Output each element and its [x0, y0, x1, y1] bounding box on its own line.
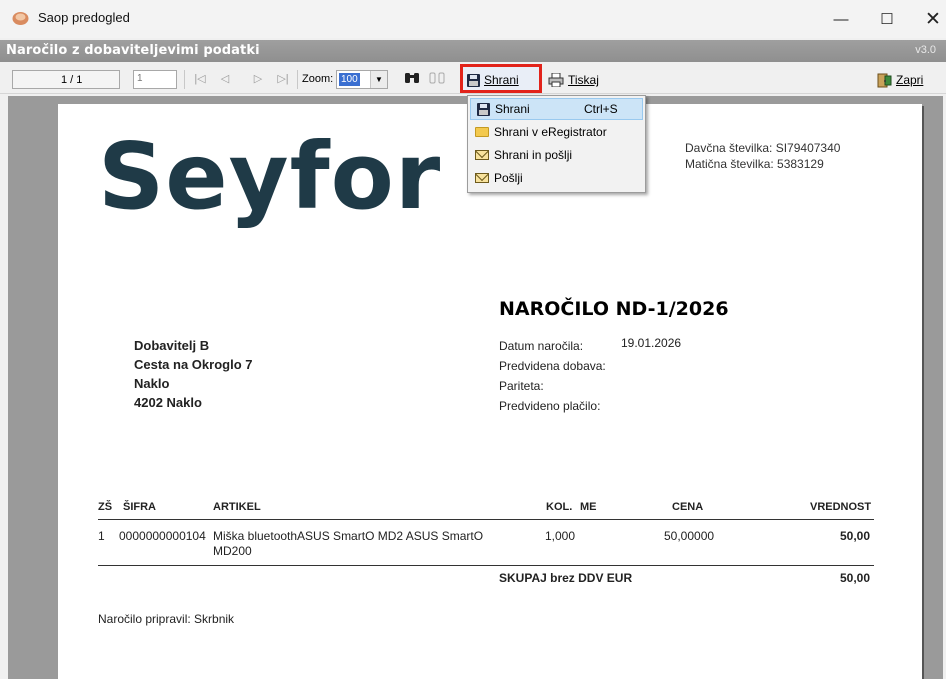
supplier-street: Cesta na Okroglo 7 — [134, 357, 253, 372]
meta-label: Datum naročila: — [499, 339, 584, 353]
menu-item-label: Shrani v eRegistrator — [494, 125, 607, 139]
menu-item-shortcut: Ctrl+S — [584, 102, 618, 116]
col-header-sifra: ŠIFRA — [123, 501, 156, 513]
zoom-select[interactable]: 100 ▼ — [336, 70, 388, 89]
menu-item-save-and-send[interactable]: Shrani in pošlji — [470, 144, 643, 166]
zoom-value: 100 — [339, 73, 360, 86]
find-binoculars-icon[interactable] — [403, 71, 421, 87]
menu-item-send[interactable]: Pošlji — [470, 167, 643, 189]
previous-page-icon[interactable]: ◁ — [217, 71, 233, 87]
window-titlebar: Saop predogled — ☐ ✕ — [0, 0, 946, 38]
toolbar-separator — [184, 70, 185, 89]
row-artikel-line: Miška bluetoothASUS SmartO MD2 ASUS Smar… — [213, 529, 484, 543]
toolbar-separator — [297, 70, 298, 89]
table-total-divider — [98, 565, 874, 566]
col-header-kol: KOL. — [546, 501, 573, 513]
page-number-input[interactable]: 1 — [133, 70, 177, 89]
preview-header: Naročilo z dobaviteljevimi podatki v3.0 — [0, 40, 946, 62]
close-button-label: Zapri — [896, 73, 924, 87]
total-value: 50,00 — [840, 571, 871, 585]
total-label: SKUPAJ brez DDV EUR — [499, 571, 633, 585]
meta-label: Predvidena dobava: — [499, 359, 606, 373]
folder-icon — [475, 127, 489, 137]
save-button-highlight: Shrani — [460, 64, 542, 93]
row-kol: 1,000 — [545, 529, 576, 543]
floppy-icon — [476, 102, 490, 116]
col-header-zs: ZŠ — [98, 501, 113, 513]
version-label: v3.0 — [915, 44, 936, 56]
menu-item-label: Shrani in pošlji — [494, 148, 573, 162]
menu-item-label: Pošlji — [494, 171, 523, 185]
col-header-vrednost: VREDNOST — [810, 501, 872, 513]
menu-item-save[interactable]: Shrani Ctrl+S — [470, 98, 643, 120]
print-button[interactable]: Tiskaj — [548, 71, 599, 89]
envelope-icon — [475, 173, 489, 183]
supplier-address: Dobavitelj B Cesta na Okroglo 7 Naklo 42… — [134, 336, 252, 412]
row-cena: 50,00000 — [664, 529, 715, 543]
printer-icon — [548, 73, 564, 87]
prepared-by: Naročilo pripravil: Skrbnik — [98, 612, 235, 626]
minimize-button[interactable]: — — [818, 0, 864, 38]
col-header-artikel: ARTIKEL — [213, 501, 261, 513]
app-icon — [12, 12, 29, 25]
meta-label: Pariteta: — [499, 379, 544, 393]
row-artikel: Miška bluetoothASUS SmartO MD2 ASUS Smar… — [213, 529, 503, 559]
supplier-name: Dobavitelj B — [134, 338, 210, 353]
col-header-me: ME — [580, 501, 597, 513]
menu-item-label: Shrani — [495, 102, 530, 116]
save-dropdown-menu: Shrani Ctrl+S Shrani v eRegistrator Shra… — [467, 95, 646, 193]
registration-number: Matična številka: 5383129 — [685, 157, 824, 171]
close-window-button[interactable]: ✕ — [910, 0, 946, 38]
save-button-label: Shrani — [484, 73, 519, 87]
col-header-cena: CENA — [672, 501, 704, 513]
save-button[interactable]: Shrani — [467, 71, 519, 89]
zoom-label: Zoom: — [302, 73, 334, 85]
floppy-icon — [467, 73, 480, 87]
last-page-icon[interactable]: ▷| — [275, 71, 291, 87]
company-logo: Seyfor — [98, 123, 442, 230]
next-page-icon[interactable]: ▷ — [250, 71, 266, 87]
company-ids: Davčna številka: SI79407340 Matična štev… — [685, 140, 840, 172]
supplier-city: Naklo — [134, 376, 170, 391]
find-next-binoculars-icon[interactable] — [428, 71, 446, 87]
maximize-button[interactable]: ☐ — [864, 0, 910, 38]
supplier-postal: 4202 Naklo — [134, 395, 202, 410]
tax-number: Davčna številka: SI79407340 — [685, 141, 841, 155]
window-title: Saop predogled — [38, 10, 130, 25]
header-title: Naročilo z dobaviteljevimi podatki — [6, 43, 260, 58]
meta-label: Predvideno plačilo: — [499, 399, 601, 413]
row-artikel-line: MD200 — [213, 544, 252, 558]
envelope-icon — [475, 150, 489, 160]
row-zs: 1 — [98, 529, 105, 543]
exit-door-icon — [877, 73, 892, 87]
page-indicator: 1 / 1 — [12, 70, 120, 89]
row-vrednost: 50,00 — [840, 529, 871, 543]
menu-item-save-eregistrator[interactable]: Shrani v eRegistrator — [470, 121, 643, 143]
order-meta-labels: Datum naročila: Predvidena dobava: Parit… — [499, 336, 606, 416]
page-indicator-text: 1 / 1 — [61, 74, 83, 86]
table-header-divider — [98, 519, 874, 520]
chevron-down-icon[interactable]: ▼ — [370, 71, 387, 88]
order-date: 19.01.2026 — [621, 336, 682, 350]
row-sifra: 0000000000104 — [119, 529, 206, 543]
document-title: NAROČILO ND-1/2026 — [499, 298, 729, 320]
print-button-label: Tiskaj — [568, 73, 599, 87]
first-page-icon[interactable]: |◁ — [192, 71, 208, 87]
close-preview-button[interactable]: Zapri — [876, 71, 923, 89]
